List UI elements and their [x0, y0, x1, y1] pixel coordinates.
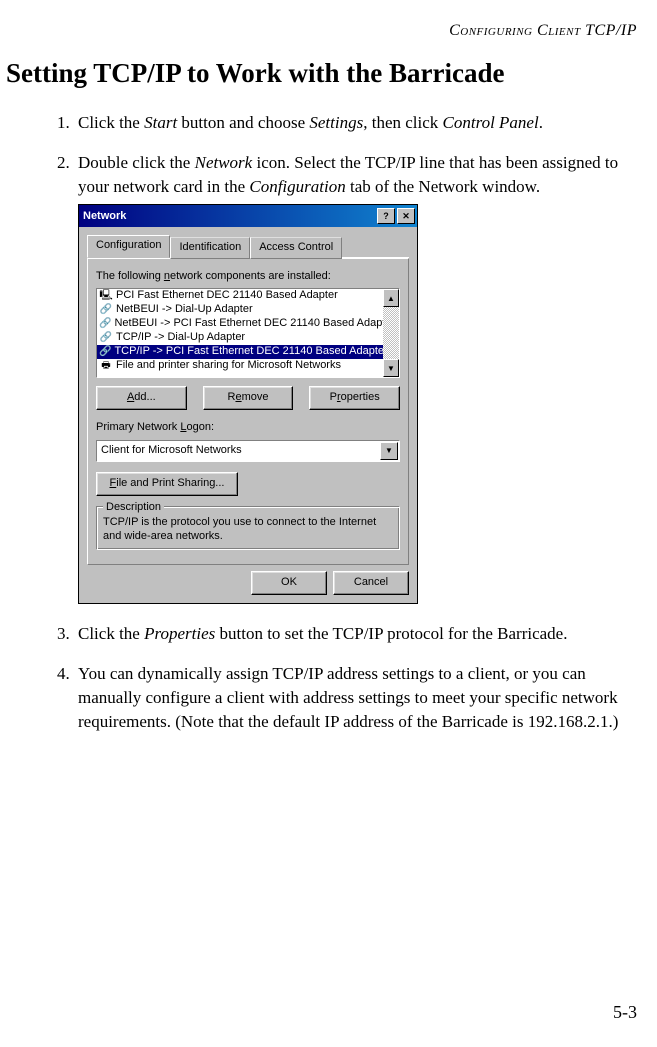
add-button[interactable]: Add...	[96, 386, 187, 410]
list-item[interactable]: 🔗TCP/IP -> Dial-Up Adapter	[97, 331, 383, 345]
remove-button[interactable]: Remove	[203, 386, 294, 410]
scroll-down-icon[interactable]: ▼	[383, 359, 399, 377]
step-1: Click the Start button and choose Settin…	[74, 111, 637, 135]
close-button[interactable]: ✕	[397, 208, 415, 224]
service-icon: 🖶	[99, 360, 113, 372]
installed-label: The following network components are ins…	[96, 269, 400, 284]
tab-configuration[interactable]: Configuration	[87, 235, 170, 257]
ok-button[interactable]: OK	[251, 571, 327, 595]
help-button[interactable]: ?	[377, 208, 395, 224]
description-group: Description TCP/IP is the protocol you u…	[96, 506, 400, 551]
step-2: Double click the Network icon. Select th…	[74, 151, 637, 604]
description-title: Description	[103, 500, 164, 515]
properties-button[interactable]: Properties	[309, 386, 400, 410]
tab-identification[interactable]: Identification	[170, 237, 250, 258]
logon-dropdown[interactable]: Client for Microsoft Networks ▼	[96, 440, 400, 462]
step-4: You can dynamically assign TCP/IP addres…	[74, 662, 637, 733]
list-item[interactable]: 🔗NetBEUI -> Dial-Up Adapter	[97, 303, 383, 317]
chevron-down-icon[interactable]: ▼	[380, 442, 398, 460]
dialog-title: Network	[83, 209, 375, 224]
protocol-icon: 🔗	[99, 346, 111, 358]
scrollbar[interactable]: ▲ ▼	[383, 289, 399, 377]
list-item[interactable]: 🔗NetBEUI -> PCI Fast Ethernet DEC 21140 …	[97, 317, 383, 331]
list-item[interactable]: 🖳PCI Fast Ethernet DEC 21140 Based Adapt…	[97, 289, 383, 303]
protocol-icon: 🔗	[99, 332, 113, 344]
list-item-selected[interactable]: 🔗TCP/IP -> PCI Fast Ethernet DEC 21140 B…	[97, 345, 383, 359]
page-header: Configuring Client TCP/IP	[6, 22, 637, 40]
components-listbox[interactable]: 🖳PCI Fast Ethernet DEC 21140 Based Adapt…	[96, 288, 400, 378]
network-dialog: Network ? ✕ Configuration Identification…	[78, 204, 418, 604]
step-3: Click the Properties button to set the T…	[74, 622, 637, 646]
list-item[interactable]: 🖶File and printer sharing for Microsoft …	[97, 359, 383, 373]
protocol-icon: 🔗	[99, 318, 111, 330]
titlebar[interactable]: Network ? ✕	[79, 205, 417, 227]
protocol-icon: 🔗	[99, 304, 113, 316]
cancel-button[interactable]: Cancel	[333, 571, 409, 595]
adapter-icon: 🖳	[99, 290, 113, 302]
page-number: 5-3	[613, 1002, 637, 1023]
file-print-sharing-button[interactable]: File and Print Sharing...	[96, 472, 238, 496]
scroll-up-icon[interactable]: ▲	[383, 289, 399, 307]
page-title: Setting TCP/IP to Work with the Barricad…	[6, 58, 637, 89]
logon-label: Primary Network Logon:	[96, 420, 400, 435]
description-text: TCP/IP is the protocol you use to connec…	[103, 515, 393, 544]
tab-access-control[interactable]: Access Control	[250, 237, 342, 258]
